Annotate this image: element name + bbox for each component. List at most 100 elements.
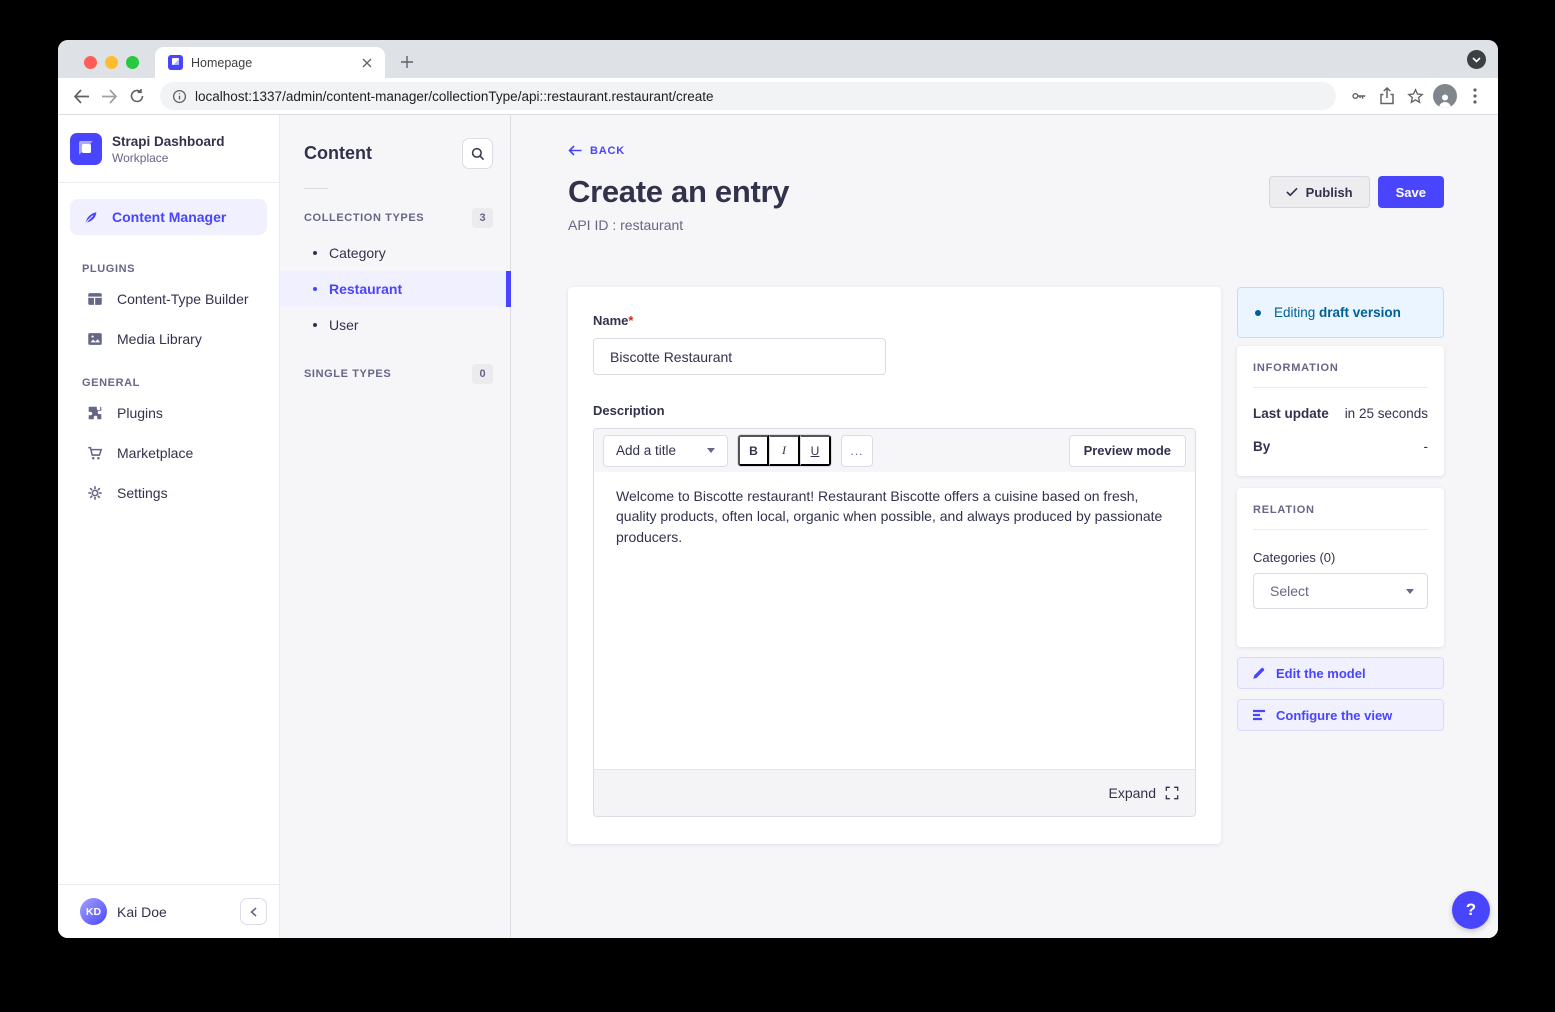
browser-tabstrip: Homepage — [58, 40, 1498, 78]
subnav-item-label: User — [329, 317, 359, 333]
name-field-label: Name* — [593, 313, 633, 328]
filter-lines-icon — [1252, 709, 1266, 721]
categories-select[interactable]: Select — [1253, 573, 1428, 609]
api-id-subtitle: API ID : restaurant — [568, 217, 1444, 233]
relation-header: RELATION — [1253, 504, 1428, 516]
sidebar-item-label: Marketplace — [117, 445, 193, 461]
back-link[interactable]: BACK — [568, 145, 625, 157]
entry-form-card: Name* Description Add a title — [568, 287, 1221, 844]
subnav-item-restaurant[interactable]: Restaurant — [280, 271, 510, 307]
strapi-favicon-icon — [168, 55, 183, 70]
subnav-item-category[interactable]: Category — [280, 235, 510, 271]
add-title-dropdown[interactable]: Add a title — [603, 435, 728, 467]
expand-label[interactable]: Expand — [1109, 785, 1156, 801]
image-icon — [86, 330, 104, 348]
workspace-subtitle: Workplace — [112, 151, 225, 165]
help-button[interactable]: ? — [1452, 891, 1490, 929]
reload-icon[interactable] — [124, 83, 150, 109]
sidebar-item-label: Content Manager — [112, 209, 226, 225]
page-title: Create an entry — [568, 174, 789, 210]
chrome-profile-avatar[interactable] — [1433, 84, 1457, 108]
site-info-icon[interactable] — [172, 89, 187, 104]
subnav-title: Content — [304, 143, 372, 164]
browser-tab[interactable]: Homepage — [155, 47, 385, 78]
text-style-group: B I U — [737, 434, 832, 467]
subnav-item-label: Category — [329, 245, 386, 261]
preview-mode-button[interactable]: Preview mode — [1069, 435, 1186, 467]
italic-button[interactable]: I — [769, 435, 800, 466]
single-types-count-badge: 0 — [472, 364, 493, 384]
puzzle-icon — [86, 404, 104, 422]
editor-footer: Expand — [594, 769, 1195, 816]
underline-button[interactable]: U — [800, 435, 831, 466]
bookmark-star-icon[interactable] — [1402, 83, 1428, 109]
edit-model-button[interactable]: Edit the model — [1237, 657, 1444, 689]
back-nav-icon[interactable] — [68, 83, 94, 109]
new-tab-button[interactable] — [393, 48, 421, 76]
publish-button[interactable]: Publish — [1269, 176, 1370, 208]
tab-title: Homepage — [191, 56, 351, 70]
bullet-icon — [313, 287, 317, 291]
save-button[interactable]: Save — [1378, 176, 1444, 208]
by-row: By - — [1253, 439, 1428, 454]
more-options-button[interactable]: ... — [841, 435, 873, 467]
password-key-icon[interactable] — [1346, 83, 1372, 109]
sidebar-item-plugins[interactable]: Plugins — [58, 393, 279, 433]
collection-types-count-badge: 3 — [472, 208, 493, 228]
forward-nav-icon[interactable] — [96, 83, 122, 109]
search-button[interactable] — [462, 138, 493, 169]
content-subnav: Content COLLECTION TYPES 3 Category Res — [280, 115, 511, 938]
description-textarea[interactable]: Welcome to Biscotte restaurant! Restaura… — [594, 472, 1195, 769]
user-name: Kai Doe — [117, 904, 230, 920]
chrome-menu-icon[interactable] — [1462, 83, 1488, 109]
draft-version-banner: Editing draft version — [1237, 287, 1444, 338]
sidebar-item-marketplace[interactable]: Marketplace — [58, 433, 279, 473]
browser-window: Homepage — [58, 40, 1498, 938]
cart-icon — [86, 444, 104, 462]
divider — [1253, 387, 1428, 388]
tab-close-icon[interactable] — [359, 55, 375, 71]
bullet-icon — [313, 251, 317, 255]
sidebar-item-label: Media Library — [117, 331, 202, 347]
zoom-window-button[interactable] — [126, 56, 139, 69]
close-window-button[interactable] — [84, 56, 97, 69]
share-icon[interactable] — [1374, 83, 1400, 109]
bold-button[interactable]: B — [738, 435, 769, 466]
sidebar-item-content-type-builder[interactable]: Content-Type Builder — [58, 279, 279, 319]
subnav-item-label: Restaurant — [329, 281, 402, 297]
configure-view-button[interactable]: Configure the view — [1237, 699, 1444, 731]
information-header: INFORMATION — [1253, 362, 1428, 374]
relation-card: RELATION Categories (0) Select — [1237, 488, 1444, 647]
user-avatar: KD — [80, 898, 107, 925]
main-content: BACK Create an entry Publish Save — [511, 115, 1498, 938]
sidebar-item-media-library[interactable]: Media Library — [58, 319, 279, 359]
minimize-window-button[interactable] — [105, 56, 118, 69]
pencil-icon — [1252, 666, 1266, 680]
divider — [1253, 529, 1428, 530]
feather-pen-icon — [82, 208, 100, 226]
strapi-app: Strapi Dashboard Workplace Content Manag… — [58, 115, 1498, 938]
sidebar-item-settings[interactable]: Settings — [58, 473, 279, 513]
main-sidebar: Strapi Dashboard Workplace Content Manag… — [58, 115, 280, 938]
subnav-item-user[interactable]: User — [280, 307, 510, 343]
required-mark: * — [628, 313, 633, 328]
brand-block: Strapi Dashboard Workplace — [58, 115, 279, 183]
strapi-logo — [70, 133, 102, 165]
gear-icon — [86, 484, 104, 502]
information-card: INFORMATION Last update in 25 seconds By… — [1237, 346, 1444, 476]
name-input[interactable] — [593, 338, 886, 375]
tab-search-chevron-icon[interactable] — [1467, 50, 1486, 69]
expand-icon[interactable] — [1165, 786, 1179, 800]
subnav-divider — [304, 188, 328, 189]
editor-toolbar: Add a title B I U ... — [594, 429, 1195, 472]
entry-aside: Editing draft version INFORMATION Last u… — [1237, 287, 1444, 731]
status-dot-icon — [1255, 310, 1261, 316]
chevron-down-icon — [707, 448, 715, 453]
collapse-sidebar-button[interactable] — [240, 898, 267, 925]
chevron-down-icon — [1406, 589, 1414, 594]
layout-builder-icon — [86, 290, 104, 308]
url-text: localhost:1337/admin/content-manager/col… — [195, 89, 714, 104]
url-bar[interactable]: localhost:1337/admin/content-manager/col… — [160, 82, 1336, 110]
description-editor: Add a title B I U ... — [593, 428, 1196, 817]
sidebar-item-content-manager[interactable]: Content Manager — [70, 199, 267, 235]
